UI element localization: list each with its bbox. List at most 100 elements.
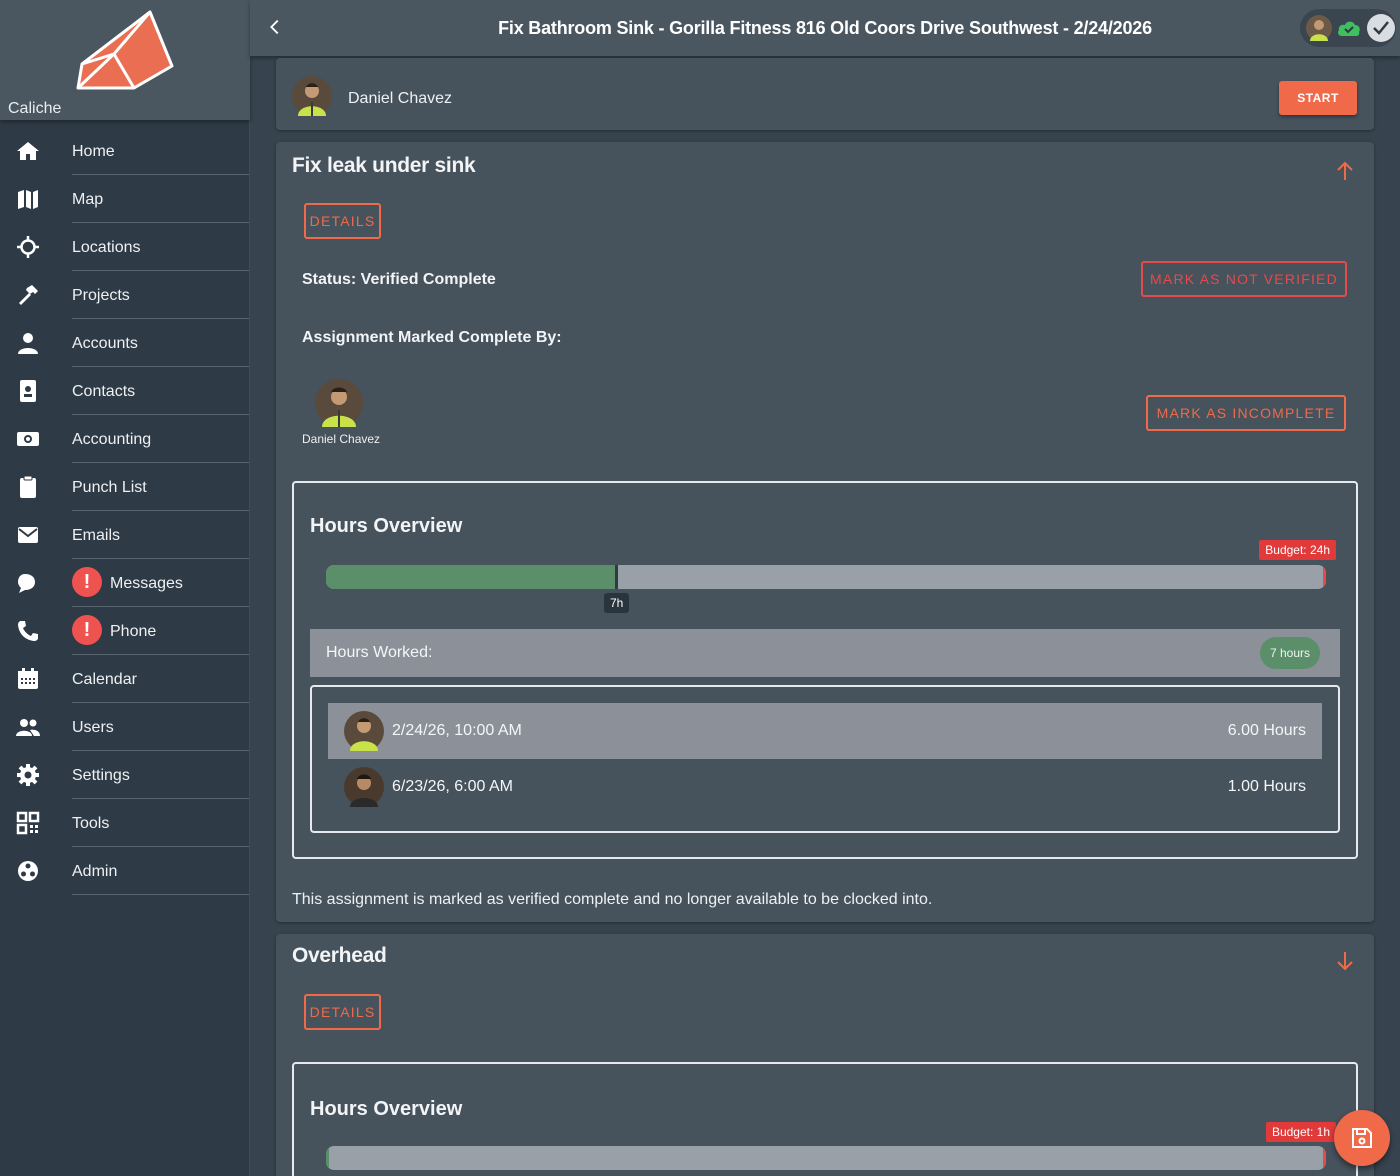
- overhead-hours-panel: Hours Overview Budget: 1h: [292, 1062, 1358, 1176]
- sidebar-item-emails[interactable]: Emails: [0, 512, 250, 560]
- sidebar-item-map[interactable]: Map: [0, 176, 250, 224]
- cloud-sync-icon: [1338, 21, 1360, 36]
- sidebar-item-settings[interactable]: Settings: [0, 752, 250, 800]
- time-entry-row[interactable]: 6/23/26, 6:00 AM 1.00 Hours: [328, 759, 1322, 815]
- time-entries-list: 2/24/26, 10:00 AM 6.00 Hours 6/23/26, 6:…: [310, 685, 1340, 833]
- overhead-details-button[interactable]: DETAILS: [304, 994, 381, 1030]
- worker-avatar: [292, 76, 332, 116]
- overhead-title: Overhead: [292, 944, 387, 967]
- entry-date: 2/24/26, 10:00 AM: [392, 722, 522, 739]
- alert-badge: !: [72, 566, 102, 597]
- hours-progress-fill: [326, 565, 618, 589]
- status-pill: [1300, 9, 1396, 47]
- home-icon: [17, 142, 39, 160]
- sidebar-item-projects[interactable]: Projects: [0, 272, 250, 320]
- sidebar-item-users[interactable]: Users: [0, 704, 250, 752]
- hammer-icon: [19, 285, 38, 305]
- save-fab-button[interactable]: [1334, 1110, 1390, 1166]
- sidebar-item-tools[interactable]: Tools: [0, 800, 250, 848]
- map-icon: [18, 190, 38, 209]
- sidebar-item-calendar[interactable]: Calendar: [0, 656, 250, 704]
- verified-note: This assignment is marked as verified co…: [292, 891, 933, 908]
- worker-card: Daniel Chavez START: [276, 58, 1374, 130]
- entry-date: 6/23/26, 6:00 AM: [392, 778, 513, 795]
- chat-icon: [18, 574, 35, 593]
- arrow-up-icon[interactable]: [1334, 160, 1356, 182]
- sidebar-item-label: Emails: [72, 512, 249, 559]
- details-button[interactable]: DETAILS: [304, 203, 381, 239]
- sidebar-item-admin[interactable]: Admin: [0, 848, 250, 896]
- assignment-title: Fix leak under sink: [292, 154, 476, 177]
- user-avatar[interactable]: [1306, 15, 1332, 41]
- sidebar-item-locations[interactable]: Locations: [0, 224, 250, 272]
- phone-icon: [18, 621, 38, 641]
- sidebar-item-accounting[interactable]: Accounting: [0, 416, 250, 464]
- person-icon: [18, 333, 38, 354]
- sidebar: Caliche Home Map Locations Projects Acco…: [0, 0, 250, 1176]
- sidebar-item-label: Projects: [72, 272, 249, 319]
- budget-tag: Budget: 24h: [1259, 540, 1336, 560]
- status-text: Status: Verified Complete: [302, 271, 496, 288]
- time-entry-row[interactable]: 2/24/26, 10:00 AM 6.00 Hours: [328, 703, 1322, 759]
- check-circle-icon[interactable]: [1366, 13, 1396, 43]
- sidebar-item-label: Admin: [72, 848, 249, 895]
- users-icon: [16, 719, 40, 736]
- worked-hours-tag: 7h: [604, 593, 630, 613]
- hours-worked-label: Hours Worked:: [326, 644, 433, 661]
- mark-not-verified-button[interactable]: MARK AS NOT VERIFIED: [1141, 261, 1347, 297]
- clipboard-icon: [20, 475, 36, 498]
- overhead-card: Overhead DETAILS Hours Overview Budget: …: [276, 934, 1374, 1176]
- sidebar-item-label: Locations: [72, 224, 249, 271]
- app-name: Caliche: [8, 100, 62, 117]
- hours-progress-bar: [326, 565, 1326, 589]
- sidebar-item-label: Accounting: [72, 416, 249, 463]
- sidebar-item-label: ! Phone: [72, 608, 249, 655]
- hours-overview-panel: Hours Overview Budget: 24h 7h Hours Work…: [292, 481, 1358, 859]
- admin-icon: [18, 861, 38, 881]
- entry-hours: 1.00 Hours: [1227, 778, 1306, 795]
- contact-card-icon: [20, 380, 36, 402]
- completed-by-avatar: [315, 379, 363, 427]
- sidebar-item-label: Accounts: [72, 320, 249, 367]
- caliche-logo: [76, 10, 174, 90]
- budget-marker: [1323, 565, 1326, 589]
- envelope-icon: [18, 527, 38, 543]
- brand-header: Caliche: [0, 0, 250, 120]
- sidebar-item-label: Punch List: [72, 464, 249, 511]
- crosshair-icon: [17, 236, 39, 258]
- sidebar-item-label: Calendar: [72, 656, 249, 703]
- sidebar-item-label: Home: [72, 128, 249, 175]
- hours-worked-chip: 7 hours: [1259, 637, 1320, 669]
- sidebar-nav: Home Map Locations Projects Accounts Con…: [0, 128, 250, 896]
- sidebar-item-label: ! Messages: [72, 560, 249, 607]
- worker-name: Daniel Chavez: [348, 90, 453, 107]
- assignment-card: Fix leak under sink DETAILS Status: Veri…: [276, 142, 1374, 922]
- sidebar-item-label: Map: [72, 176, 249, 223]
- sidebar-item-label: Settings: [72, 752, 249, 799]
- sidebar-item-contacts[interactable]: Contacts: [0, 368, 250, 416]
- overhead-progress-bar: [326, 1146, 1326, 1170]
- entry-avatar: [344, 767, 384, 807]
- sidebar-item-phone[interactable]: ! Phone: [0, 608, 250, 656]
- sidebar-item-messages[interactable]: ! Messages: [0, 560, 250, 608]
- completed-by-name: Daniel Chavez: [302, 432, 381, 446]
- save-icon: [1352, 1128, 1372, 1148]
- hours-worked-row[interactable]: Hours Worked: 7 hours: [310, 629, 1340, 677]
- sidebar-item-accounts[interactable]: Accounts: [0, 320, 250, 368]
- sidebar-item-label: Tools: [72, 800, 249, 847]
- overhead-hours-title: Hours Overview: [310, 1098, 463, 1120]
- sidebar-item-label: Contacts: [72, 368, 249, 415]
- calendar-icon: [18, 668, 38, 689]
- alert-badge: !: [72, 614, 102, 645]
- overhead-progress-fill: [326, 1146, 329, 1170]
- start-button[interactable]: START: [1279, 81, 1357, 115]
- sidebar-item-home[interactable]: Home: [0, 128, 250, 176]
- sidebar-item-label: Users: [72, 704, 249, 751]
- arrow-down-icon[interactable]: [1334, 950, 1356, 972]
- top-app-bar: Fix Bathroom Sink - Gorilla Fitness 816 …: [250, 0, 1400, 56]
- mark-incomplete-button[interactable]: MARK AS INCOMPLETE: [1146, 395, 1346, 431]
- sidebar-item-punch-list[interactable]: Punch List: [0, 464, 250, 512]
- qr-code-icon: [16, 811, 40, 835]
- gear-icon: [17, 764, 39, 786]
- overhead-budget-tag: Budget: 1h: [1265, 1122, 1336, 1142]
